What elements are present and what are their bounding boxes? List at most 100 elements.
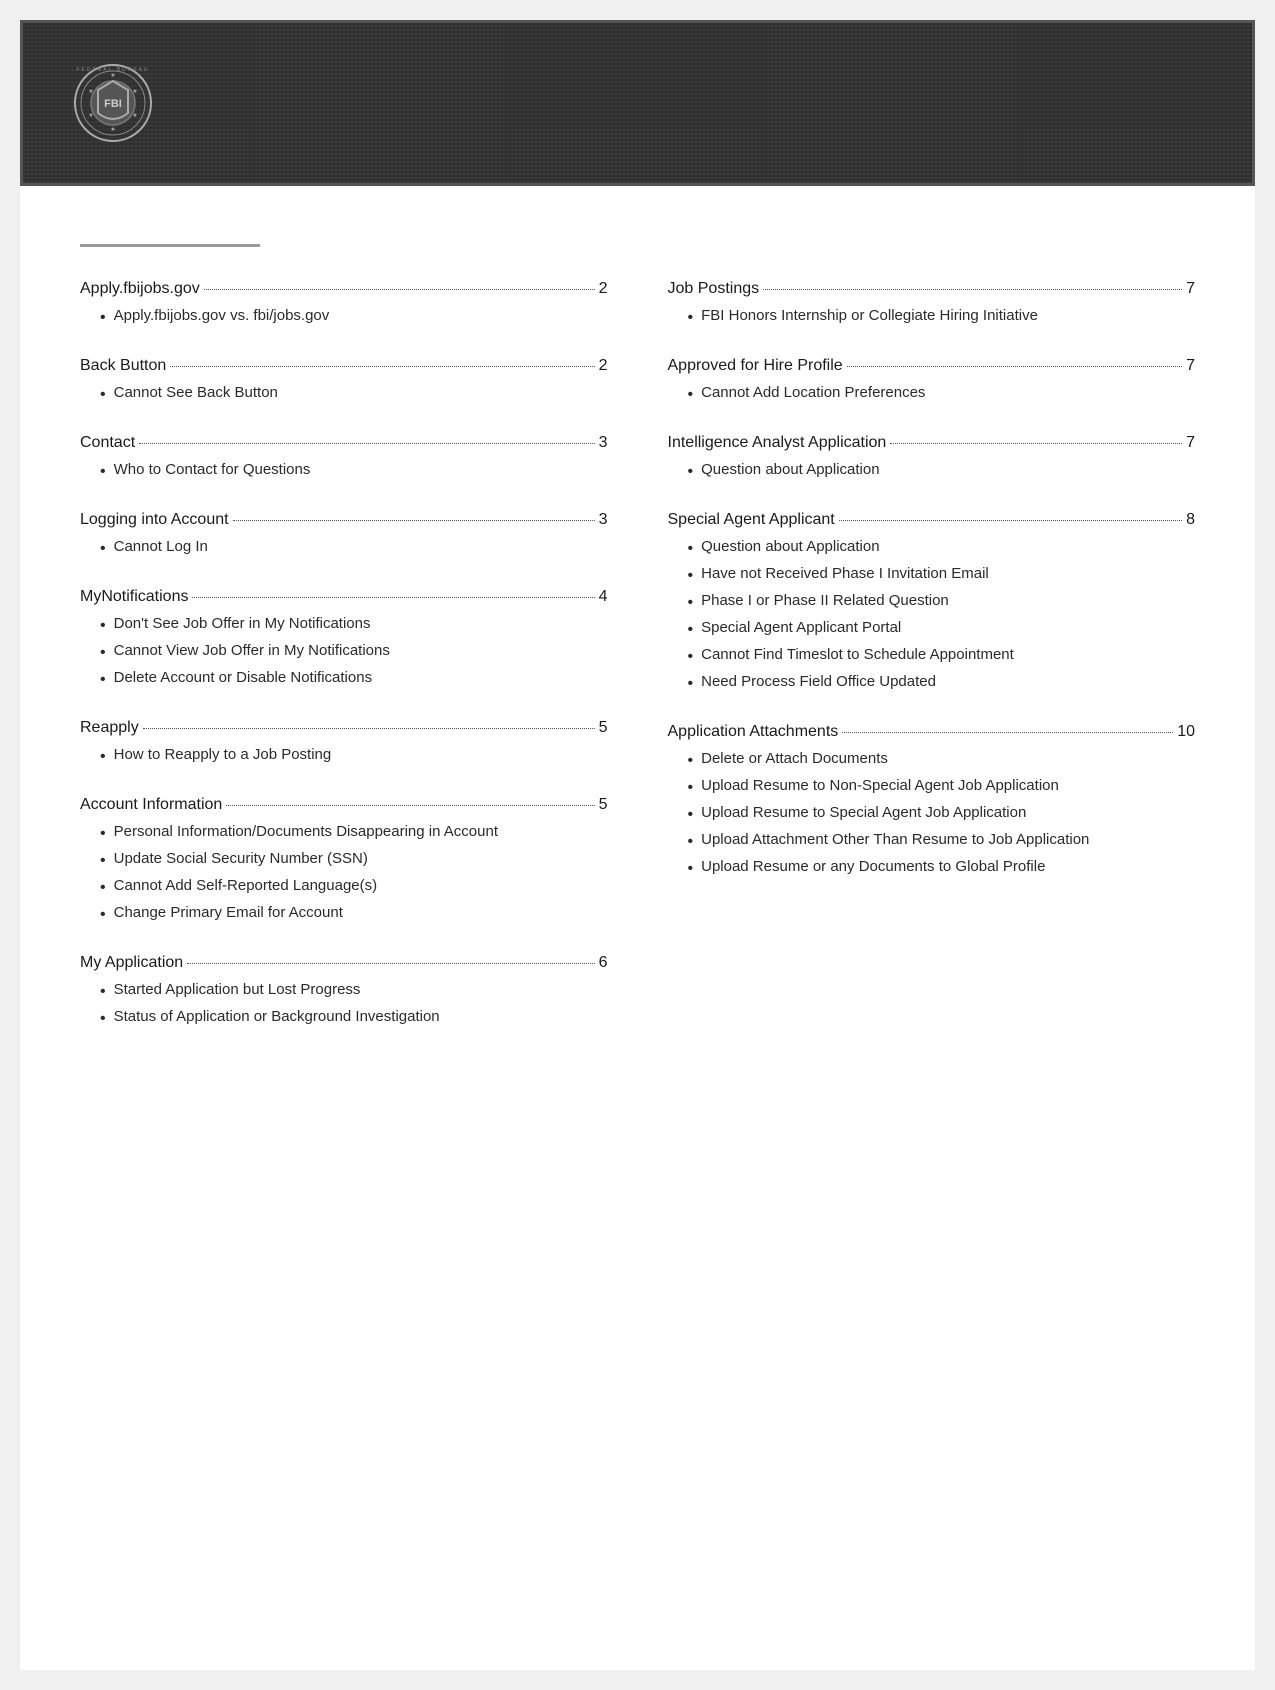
toc-sub-label: Cannot Log In [114, 536, 208, 559]
page: ★ ★ ★ ★ ★ ★ FBI FEDERAL BUREAU Apply.fbi… [20, 20, 1255, 1670]
bullet-icon: • [100, 745, 106, 769]
toc-sub-item: •Upload Attachment Other Than Resume to … [688, 829, 1196, 854]
svg-text:★: ★ [132, 112, 137, 119]
toc-dots [187, 963, 594, 964]
toc-sub-list: • Personal Information/Documents Disappea… [100, 821, 608, 927]
bullet-icon: • [100, 383, 106, 407]
bullet-icon: • [688, 306, 694, 330]
toc-sub-label: Special Agent Applicant Portal [701, 617, 901, 640]
toc-main-label: MyNotifications [80, 585, 188, 609]
svg-text:★: ★ [110, 72, 115, 79]
toc-main-row: Intelligence Analyst Application 7 [668, 431, 1196, 455]
toc-sub-label: Cannot See Back Button [114, 382, 278, 405]
toc-main-row: Logging into Account3 [80, 508, 608, 532]
toc-entry: My Application6 •Started Application but … [80, 951, 608, 1049]
toc-page-number: 2 [599, 354, 608, 378]
bullet-icon: • [100, 460, 106, 484]
toc-sub-item: •Who to Contact for Questions [100, 459, 608, 484]
bullet-icon: • [100, 668, 106, 692]
toc-main-label: Back Button [80, 354, 166, 378]
toc-main-label: Special Agent Applicant [668, 508, 835, 532]
toc-page-number: 6 [599, 951, 608, 975]
toc-main-row: My Application6 [80, 951, 608, 975]
toc-page-number: 7 [1186, 431, 1195, 455]
toc-main-label: Approved for Hire Profile [668, 354, 843, 378]
toc-sub-label: Cannot View Job Offer in My Notification… [114, 640, 390, 663]
toc-sub-label: Don't See Job Offer in My Notifications [114, 613, 371, 636]
toc-page-number: 5 [599, 793, 608, 817]
toc-sub-label: Upload Resume to Non-Special Agent Job A… [701, 775, 1059, 798]
toc-sub-item: •Cannot Add Self-Reported Language(s) [100, 875, 608, 900]
toc-columns: Apply.fbijobs.gov2•Apply.fbijobs.gov vs.… [80, 277, 1195, 1055]
bullet-icon: • [100, 849, 106, 873]
toc-sub-item: • Upload Resume to Non-Special Agent Job … [688, 775, 1196, 800]
toc-sub-label: Personal Information/Documents Disappear… [114, 821, 498, 844]
bullet-icon: • [100, 537, 106, 561]
toc-main-row: MyNotifications 4 [80, 585, 608, 609]
toc-dots [847, 366, 1182, 367]
bullet-icon: • [100, 1007, 106, 1031]
toc-entry: Intelligence Analyst Application 7 • Questi… [668, 431, 1196, 502]
toc-sub-label: Update Social Security Number (SSN) [114, 848, 368, 871]
toc-dots [139, 443, 594, 444]
toc-sub-label: Cannot Find Timeslot to Schedule Appoint… [701, 644, 1014, 667]
svg-text:★: ★ [132, 88, 137, 95]
toc-sub-item: •Started Application but Lost Progress [100, 979, 608, 1004]
toc-sub-label: Apply.fbijobs.gov vs. fbi/jobs.gov [114, 305, 330, 328]
toc-sub-item: •Upload Resume or any Documents to Globa… [688, 856, 1196, 881]
toc-sub-item: • Question about Application [688, 459, 1196, 484]
bullet-icon: • [688, 564, 694, 588]
toc-sub-item: • Phase I or Phase II Related Question [688, 590, 1196, 615]
toc-page-number: 4 [599, 585, 608, 609]
toc-sub-label: Phase I or Phase II Related Question [701, 590, 949, 613]
toc-sub-label: FBI Honors Internship or Collegiate Hiri… [701, 305, 1038, 328]
toc-entry: Account Information5•Personal Informatio… [80, 793, 608, 945]
toc-main-row: Back Button 2 [80, 354, 608, 378]
toc-page-number: 7 [1186, 277, 1195, 301]
bullet-icon: • [688, 591, 694, 615]
toc-sub-list: •How to Reapply to a Job Posting [100, 744, 608, 769]
toc-sub-item: • Update Social Security Number (SSN) [100, 848, 608, 873]
toc-main-label: Intelligence Analyst Application [668, 431, 887, 455]
toc-main-label: Contact [80, 431, 135, 455]
toc-sub-label: Need Process Field Office Updated [701, 671, 936, 694]
header: ★ ★ ★ ★ ★ ★ FBI FEDERAL BUREAU [20, 20, 1255, 186]
svg-text:FBI: FBI [104, 98, 122, 110]
toc-sub-item: • Cannot Log In [100, 536, 608, 561]
toc-sub-label: Cannot Add Location Preferences [701, 382, 925, 405]
toc-main-label: Apply.fbijobs.gov [80, 277, 200, 301]
toc-main-label: Application Attachments [668, 720, 839, 744]
bullet-icon: • [688, 645, 694, 669]
toc-main-row: Application Attachments10 [668, 720, 1196, 744]
toc-sub-label: Question about Application [701, 459, 879, 482]
toc-sub-label: Cannot Add Self-Reported Language(s) [114, 875, 378, 898]
svg-text:★: ★ [88, 88, 93, 95]
toc-page-number: 7 [1186, 354, 1195, 378]
toc-page-number: 8 [1186, 508, 1195, 532]
toc-dots [204, 289, 595, 290]
toc-sub-label: Upload Resume to Special Agent Job Appli… [701, 802, 1026, 825]
bullet-icon: • [688, 672, 694, 696]
toc-sub-item: •Apply.fbijobs.gov vs. fbi/jobs.gov [100, 305, 608, 330]
toc-sub-list: •Who to Contact for Questions [100, 459, 608, 484]
toc-sub-item: •Upload Resume to Special Agent Job Appl… [688, 802, 1196, 827]
bullet-icon: • [688, 537, 694, 561]
toc-sub-label: Delete Account or Disable Notifications [114, 667, 372, 690]
bullet-icon: • [688, 776, 694, 800]
toc-sub-item: • Have not Received Phase I Invitation Em… [688, 563, 1196, 588]
toc-sub-label: Have not Received Phase I Invitation Ema… [701, 563, 989, 586]
toc-entry: Job Postings7•FBI Honors Internship or C… [668, 277, 1196, 348]
bullet-icon: • [688, 383, 694, 407]
toc-dots [233, 520, 595, 521]
toc-sub-label: Delete or Attach Documents [701, 748, 888, 771]
bullet-icon: • [688, 460, 694, 484]
toc-entry: Apply.fbijobs.gov2•Apply.fbijobs.gov vs.… [80, 277, 608, 348]
toc-sub-label: Upload Resume or any Documents to Global… [701, 856, 1045, 879]
toc-sub-list: • Delete or Attach Documents •Upload Resum… [688, 748, 1196, 881]
toc-sub-list: • Cannot See Back Button [100, 382, 608, 407]
toc-main-label: Logging into Account [80, 508, 229, 532]
svg-text:★: ★ [110, 126, 115, 133]
toc-entry: Reapply5•How to Reapply to a Job Posting [80, 716, 608, 787]
toc-entry: Application Attachments10 • Delete or Atta… [668, 720, 1196, 899]
toc-dots [842, 732, 1173, 733]
